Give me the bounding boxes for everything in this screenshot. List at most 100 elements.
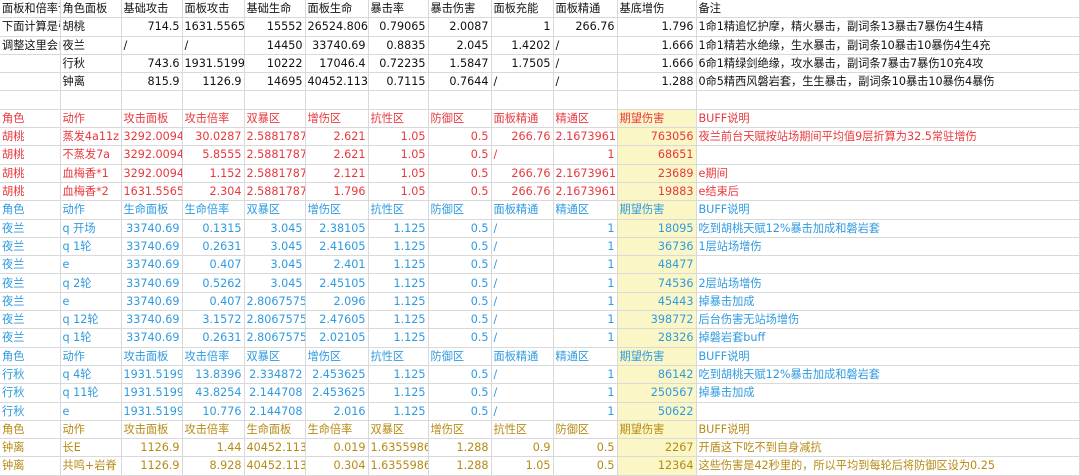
sheet-cell[interactable]: / bbox=[491, 292, 554, 312]
sheet-cell[interactable]: 不蒸发7a bbox=[60, 145, 122, 165]
sheet-cell[interactable]: 0.5 bbox=[428, 365, 492, 385]
sheet-cell[interactable]: / bbox=[491, 255, 554, 275]
sheet-cell[interactable]: 2.5881787 bbox=[244, 145, 306, 165]
sheet-cell[interactable]: q 12轮 bbox=[60, 310, 122, 330]
sheet-cell[interactable]: 0.5 bbox=[428, 127, 492, 147]
sheet-cell[interactable]: 角色 bbox=[0, 200, 61, 220]
sheet-cell[interactable]: 1.4202 bbox=[491, 36, 554, 55]
sheet-cell[interactable]: 0.5 bbox=[553, 456, 618, 476]
sheet-cell[interactable]: 2.38105 bbox=[305, 219, 369, 238]
sheet-cell[interactable]: 动作 bbox=[60, 200, 122, 220]
sheet-cell[interactable]: 815.9 bbox=[121, 72, 183, 92]
sheet-cell[interactable]: 夜兰 bbox=[60, 36, 122, 55]
sheet-cell[interactable]: 角色面板 bbox=[60, 0, 122, 19]
sheet-cell[interactable]: 2.0087 bbox=[428, 17, 492, 37]
sheet-cell[interactable]: 抗性区 bbox=[368, 109, 429, 129]
sheet-cell[interactable]: / bbox=[553, 36, 618, 55]
sheet-cell[interactable]: 74536 bbox=[617, 273, 697, 293]
sheet-cell[interactable]: 2.45105 bbox=[305, 273, 369, 293]
sheet-cell[interactable]: 精通区 bbox=[553, 200, 618, 220]
sheet-cell[interactable]: 0.5 bbox=[428, 328, 492, 348]
sheet-cell[interactable]: 0.5 bbox=[553, 438, 618, 458]
sheet-cell[interactable]: 3.045 bbox=[244, 237, 306, 257]
sheet-cell[interactable]: 743.6 bbox=[121, 54, 183, 74]
sheet-cell[interactable]: 2.621 bbox=[305, 145, 369, 165]
sheet-cell[interactable]: 3.045 bbox=[244, 219, 306, 238]
sheet-cell[interactable]: e bbox=[60, 402, 122, 421]
sheet-cell[interactable]: 生命倍率 bbox=[182, 200, 245, 220]
sheet-cell[interactable]: 6命1精绿剑绝缘，攻水暴击，副词条7暴击7暴伤10充4攻 bbox=[696, 54, 1080, 74]
sheet-cell[interactable]: 266.76 bbox=[491, 182, 554, 202]
sheet-cell[interactable]: 12364 bbox=[617, 456, 697, 476]
sheet-cell[interactable]: 钟离 bbox=[0, 456, 61, 476]
sheet-cell[interactable]: 双暴区 bbox=[244, 109, 306, 129]
sheet-cell[interactable]: 68651 bbox=[617, 145, 697, 165]
sheet-cell[interactable]: 期望伤害 bbox=[617, 347, 697, 366]
sheet-cell[interactable]: 1.125 bbox=[368, 273, 429, 293]
sheet-cell[interactable]: 40452.113 bbox=[305, 72, 369, 92]
sheet-cell[interactable]: q 11轮 bbox=[60, 383, 122, 403]
sheet-cell[interactable]: q 1轮 bbox=[60, 237, 122, 257]
sheet-cell[interactable]: 1.288 bbox=[428, 456, 492, 476]
sheet-cell[interactable]: 0.5 bbox=[428, 383, 492, 403]
sheet-cell[interactable]: 掉磐岩套buff bbox=[696, 328, 1080, 348]
sheet-cell[interactable]: 2.016 bbox=[305, 402, 369, 421]
sheet-cell[interactable] bbox=[60, 90, 122, 110]
sheet-cell[interactable]: 1931.5199 bbox=[121, 383, 183, 403]
sheet-cell[interactable]: BUFF说明 bbox=[696, 420, 1080, 440]
sheet-cell[interactable] bbox=[696, 145, 1080, 165]
sheet-cell[interactable] bbox=[696, 90, 1080, 110]
sheet-cell[interactable]: 1.152 bbox=[182, 164, 245, 183]
sheet-cell[interactable]: 10.776 bbox=[182, 402, 245, 421]
sheet-cell[interactable]: 1.05 bbox=[491, 456, 554, 476]
sheet-cell[interactable]: 0.5 bbox=[428, 237, 492, 257]
sheet-cell[interactable]: 1.6355986 bbox=[368, 456, 429, 476]
sheet-cell[interactable]: 夜兰 bbox=[0, 237, 61, 257]
sheet-cell[interactable]: 1.125 bbox=[368, 365, 429, 385]
sheet-cell[interactable]: 期望伤害 bbox=[617, 420, 697, 440]
sheet-cell[interactable]: 1 bbox=[553, 292, 618, 312]
sheet-cell[interactable]: 胡桃 bbox=[0, 164, 61, 183]
sheet-cell[interactable]: 掉暴击加成 bbox=[696, 292, 1080, 312]
sheet-cell[interactable]: 1.796 bbox=[617, 17, 697, 37]
sheet-cell[interactable]: 1.7505 bbox=[491, 54, 554, 74]
sheet-cell[interactable]: 精通区 bbox=[553, 109, 618, 129]
sheet-cell[interactable]: 2267 bbox=[617, 438, 697, 458]
sheet-cell[interactable]: 0.9 bbox=[491, 438, 554, 458]
sheet-cell[interactable]: 期望伤害 bbox=[617, 109, 697, 129]
sheet-cell[interactable]: 2.47605 bbox=[305, 310, 369, 330]
sheet-cell[interactable]: 2.1673961 bbox=[553, 182, 618, 202]
sheet-cell[interactable]: 下面计算是引用这些 bbox=[0, 17, 61, 37]
sheet-cell[interactable]: 胡桃 bbox=[0, 145, 61, 165]
sheet-cell[interactable]: 攻击倍率 bbox=[182, 109, 245, 129]
sheet-cell[interactable]: 14450 bbox=[244, 36, 306, 55]
sheet-cell[interactable]: 1931.5199 bbox=[182, 54, 245, 74]
sheet-cell[interactable]: 0.72235 bbox=[368, 54, 429, 74]
sheet-cell[interactable]: 防御区 bbox=[428, 109, 492, 129]
sheet-cell[interactable]: 共鸣+岩脊 bbox=[60, 456, 122, 476]
sheet-cell[interactable]: 双暴区 bbox=[244, 347, 306, 366]
sheet-cell[interactable]: / bbox=[491, 219, 554, 238]
sheet-cell[interactable]: 1.125 bbox=[368, 383, 429, 403]
sheet-cell[interactable]: 2.334872 bbox=[244, 365, 306, 385]
sheet-cell[interactable]: 1126.9 bbox=[121, 438, 183, 458]
sheet-cell[interactable]: 1126.9 bbox=[182, 72, 245, 92]
sheet-cell[interactable]: 2.144708 bbox=[244, 383, 306, 403]
sheet-cell[interactable]: 基底增伤 bbox=[617, 0, 697, 19]
sheet-cell[interactable]: 0.1315 bbox=[182, 219, 245, 238]
sheet-cell[interactable]: 增伤区 bbox=[305, 347, 369, 366]
sheet-cell[interactable]: 2.045 bbox=[428, 36, 492, 55]
sheet-cell[interactable]: 2.1673961 bbox=[553, 164, 618, 183]
sheet-cell[interactable]: 行秋 bbox=[60, 54, 122, 74]
sheet-cell[interactable]: BUFF说明 bbox=[696, 200, 1080, 220]
sheet-cell[interactable]: 3292.0094 bbox=[121, 164, 183, 183]
sheet-cell[interactable]: 2.41605 bbox=[305, 237, 369, 257]
sheet-cell[interactable]: 面板攻击 bbox=[182, 0, 245, 19]
sheet-cell[interactable]: / bbox=[491, 402, 554, 421]
sheet-cell[interactable]: / bbox=[491, 72, 554, 92]
sheet-cell[interactable]: 0.5 bbox=[428, 255, 492, 275]
sheet-cell[interactable]: 2.453625 bbox=[305, 365, 369, 385]
sheet-cell[interactable] bbox=[553, 90, 618, 110]
sheet-cell[interactable]: 1层站场增伤 bbox=[696, 237, 1080, 257]
sheet-cell[interactable]: 1 bbox=[553, 310, 618, 330]
